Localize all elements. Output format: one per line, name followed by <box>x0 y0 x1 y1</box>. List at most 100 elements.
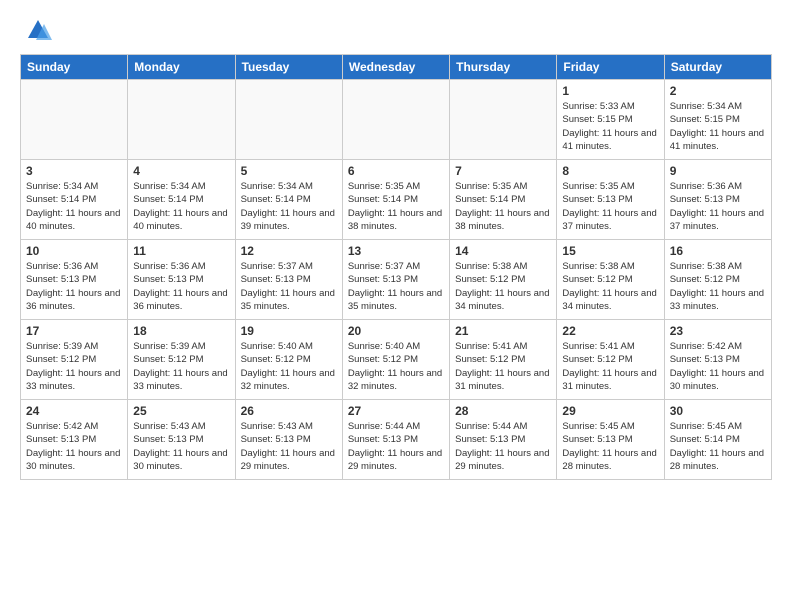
day-number: 14 <box>455 244 551 258</box>
week-row-1: 3 Sunrise: 5:34 AM Sunset: 5:14 PM Daylig… <box>21 160 772 240</box>
day-info: Sunrise: 5:33 AM Sunset: 5:15 PM Dayligh… <box>562 100 658 153</box>
day-cell <box>342 80 449 160</box>
day-cell: 25 Sunrise: 5:43 AM Sunset: 5:13 PM Dayli… <box>128 400 235 480</box>
day-cell: 30 Sunrise: 5:45 AM Sunset: 5:14 PM Dayli… <box>664 400 771 480</box>
day-cell: 19Sunrise: 5:40 AM Sunset: 5:12 PM Dayli… <box>235 320 342 400</box>
day-info: Sunrise: 5:44 AM Sunset: 5:13 PM Dayligh… <box>348 420 444 473</box>
day-number: 7 <box>455 164 551 178</box>
day-cell: 15Sunrise: 5:38 AM Sunset: 5:12 PM Dayli… <box>557 240 664 320</box>
day-info: Sunrise: 5:45 AM Sunset: 5:13 PM Dayligh… <box>562 420 658 473</box>
day-info: Sunrise: 5:36 AM Sunset: 5:13 PM Dayligh… <box>133 260 229 313</box>
day-number: 23 <box>670 324 766 338</box>
day-cell <box>450 80 557 160</box>
header <box>20 16 772 44</box>
day-info: Sunrise: 5:40 AM Sunset: 5:12 PM Dayligh… <box>348 340 444 393</box>
day-info: Sunrise: 5:38 AM Sunset: 5:12 PM Dayligh… <box>670 260 766 313</box>
day-info: Sunrise: 5:43 AM Sunset: 5:13 PM Dayligh… <box>133 420 229 473</box>
week-row-0: 1 Sunrise: 5:33 AM Sunset: 5:15 PM Daylig… <box>21 80 772 160</box>
day-number: 12 <box>241 244 337 258</box>
day-cell: 20 Sunrise: 5:40 AM Sunset: 5:12 PM Dayli… <box>342 320 449 400</box>
weekday-header-sunday: Sunday <box>21 55 128 80</box>
day-info: Sunrise: 5:37 AM Sunset: 5:13 PM Dayligh… <box>241 260 337 313</box>
day-number: 9 <box>670 164 766 178</box>
day-number: 24 <box>26 404 122 418</box>
day-number: 29 <box>562 404 658 418</box>
day-info: Sunrise: 5:37 AM Sunset: 5:13 PM Dayligh… <box>348 260 444 313</box>
weekday-header-monday: Monday <box>128 55 235 80</box>
day-number: 26 <box>241 404 337 418</box>
weekday-header-thursday: Thursday <box>450 55 557 80</box>
logo-icon <box>24 16 52 44</box>
day-number: 20 <box>348 324 444 338</box>
day-info: Sunrise: 5:39 AM Sunset: 5:12 PM Dayligh… <box>133 340 229 393</box>
day-cell: 8Sunrise: 5:35 AM Sunset: 5:13 PM Daylig… <box>557 160 664 240</box>
day-cell: 4 Sunrise: 5:34 AM Sunset: 5:14 PM Daylig… <box>128 160 235 240</box>
day-info: Sunrise: 5:34 AM Sunset: 5:15 PM Dayligh… <box>670 100 766 153</box>
day-info: Sunrise: 5:35 AM Sunset: 5:14 PM Dayligh… <box>348 180 444 233</box>
day-cell: 28 Sunrise: 5:44 AM Sunset: 5:13 PM Dayli… <box>450 400 557 480</box>
day-number: 6 <box>348 164 444 178</box>
day-number: 25 <box>133 404 229 418</box>
day-number: 30 <box>670 404 766 418</box>
day-number: 11 <box>133 244 229 258</box>
day-cell: 6 Sunrise: 5:35 AM Sunset: 5:14 PM Daylig… <box>342 160 449 240</box>
day-number: 28 <box>455 404 551 418</box>
day-info: Sunrise: 5:41 AM Sunset: 5:12 PM Dayligh… <box>455 340 551 393</box>
day-cell: 22Sunrise: 5:41 AM Sunset: 5:12 PM Dayli… <box>557 320 664 400</box>
day-cell: 11 Sunrise: 5:36 AM Sunset: 5:13 PM Dayli… <box>128 240 235 320</box>
day-cell <box>235 80 342 160</box>
day-number: 2 <box>670 84 766 98</box>
day-info: Sunrise: 5:36 AM Sunset: 5:13 PM Dayligh… <box>26 260 122 313</box>
week-row-4: 24Sunrise: 5:42 AM Sunset: 5:13 PM Dayli… <box>21 400 772 480</box>
day-cell: 24Sunrise: 5:42 AM Sunset: 5:13 PM Dayli… <box>21 400 128 480</box>
day-info: Sunrise: 5:38 AM Sunset: 5:12 PM Dayligh… <box>562 260 658 313</box>
day-number: 3 <box>26 164 122 178</box>
weekday-header-tuesday: Tuesday <box>235 55 342 80</box>
day-number: 4 <box>133 164 229 178</box>
day-info: Sunrise: 5:34 AM Sunset: 5:14 PM Dayligh… <box>133 180 229 233</box>
day-cell: 12 Sunrise: 5:37 AM Sunset: 5:13 PM Dayli… <box>235 240 342 320</box>
day-info: Sunrise: 5:43 AM Sunset: 5:13 PM Dayligh… <box>241 420 337 473</box>
weekday-header-row: SundayMondayTuesdayWednesdayThursdayFrid… <box>21 55 772 80</box>
week-row-3: 17 Sunrise: 5:39 AM Sunset: 5:12 PM Dayli… <box>21 320 772 400</box>
day-cell: 16 Sunrise: 5:38 AM Sunset: 5:12 PM Dayli… <box>664 240 771 320</box>
day-number: 1 <box>562 84 658 98</box>
day-number: 13 <box>348 244 444 258</box>
day-info: Sunrise: 5:45 AM Sunset: 5:14 PM Dayligh… <box>670 420 766 473</box>
day-cell <box>128 80 235 160</box>
day-number: 21 <box>455 324 551 338</box>
day-info: Sunrise: 5:44 AM Sunset: 5:13 PM Dayligh… <box>455 420 551 473</box>
day-number: 27 <box>348 404 444 418</box>
logo <box>20 16 52 44</box>
day-cell: 27 Sunrise: 5:44 AM Sunset: 5:13 PM Dayli… <box>342 400 449 480</box>
day-number: 16 <box>670 244 766 258</box>
day-number: 5 <box>241 164 337 178</box>
day-cell: 26 Sunrise: 5:43 AM Sunset: 5:13 PM Dayli… <box>235 400 342 480</box>
day-info: Sunrise: 5:34 AM Sunset: 5:14 PM Dayligh… <box>241 180 337 233</box>
day-number: 19 <box>241 324 337 338</box>
day-info: Sunrise: 5:41 AM Sunset: 5:12 PM Dayligh… <box>562 340 658 393</box>
day-cell: 14Sunrise: 5:38 AM Sunset: 5:12 PM Dayli… <box>450 240 557 320</box>
day-cell: 13 Sunrise: 5:37 AM Sunset: 5:13 PM Dayli… <box>342 240 449 320</box>
day-cell: 18 Sunrise: 5:39 AM Sunset: 5:12 PM Dayli… <box>128 320 235 400</box>
day-number: 10 <box>26 244 122 258</box>
day-cell: 5 Sunrise: 5:34 AM Sunset: 5:14 PM Daylig… <box>235 160 342 240</box>
day-cell: 21 Sunrise: 5:41 AM Sunset: 5:12 PM Dayli… <box>450 320 557 400</box>
day-cell: 2 Sunrise: 5:34 AM Sunset: 5:15 PM Daylig… <box>664 80 771 160</box>
day-info: Sunrise: 5:35 AM Sunset: 5:14 PM Dayligh… <box>455 180 551 233</box>
day-info: Sunrise: 5:42 AM Sunset: 5:13 PM Dayligh… <box>670 340 766 393</box>
day-number: 18 <box>133 324 229 338</box>
day-cell: 17 Sunrise: 5:39 AM Sunset: 5:12 PM Dayli… <box>21 320 128 400</box>
day-number: 17 <box>26 324 122 338</box>
day-info: Sunrise: 5:36 AM Sunset: 5:13 PM Dayligh… <box>670 180 766 233</box>
weekday-header-saturday: Saturday <box>664 55 771 80</box>
day-cell: 1 Sunrise: 5:33 AM Sunset: 5:15 PM Daylig… <box>557 80 664 160</box>
day-cell: 9 Sunrise: 5:36 AM Sunset: 5:13 PM Daylig… <box>664 160 771 240</box>
week-row-2: 10 Sunrise: 5:36 AM Sunset: 5:13 PM Dayli… <box>21 240 772 320</box>
day-info: Sunrise: 5:39 AM Sunset: 5:12 PM Dayligh… <box>26 340 122 393</box>
page: SundayMondayTuesdayWednesdayThursdayFrid… <box>0 0 792 496</box>
day-info: Sunrise: 5:34 AM Sunset: 5:14 PM Dayligh… <box>26 180 122 233</box>
day-cell: 29 Sunrise: 5:45 AM Sunset: 5:13 PM Dayli… <box>557 400 664 480</box>
day-cell: 10 Sunrise: 5:36 AM Sunset: 5:13 PM Dayli… <box>21 240 128 320</box>
day-cell: 3 Sunrise: 5:34 AM Sunset: 5:14 PM Daylig… <box>21 160 128 240</box>
